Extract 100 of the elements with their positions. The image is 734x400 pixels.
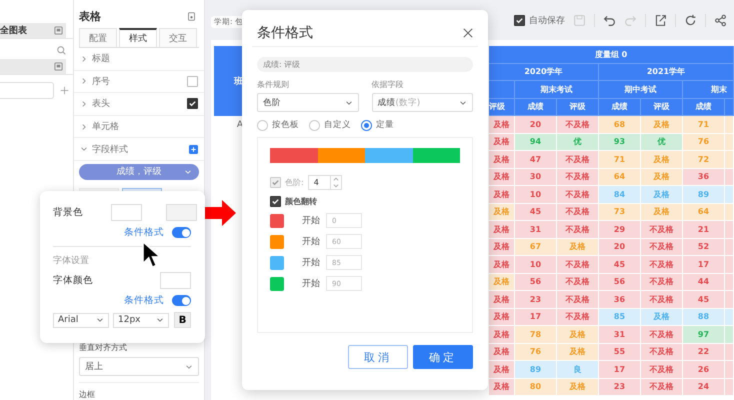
chevron-icon[interactable] — [344, 98, 352, 106]
table-cell: 55 — [599, 344, 641, 361]
table-cell: 不及格 — [557, 151, 599, 168]
table-cell: 31 — [515, 221, 557, 238]
radio-label[interactable]: 按色板 — [272, 119, 299, 131]
color-field[interactable] — [166, 204, 197, 221]
table-cell: 22 — [683, 344, 725, 361]
cancel-button[interactable]: 取消 — [348, 345, 408, 369]
table-cell: 及格 — [489, 344, 515, 361]
search-icon[interactable] — [57, 46, 66, 55]
radio-label[interactable]: 定量 — [376, 119, 394, 131]
chevron-icon[interactable] — [80, 145, 88, 154]
section-label[interactable]: 字段样式 — [92, 142, 128, 156]
header-cell — [725, 98, 734, 116]
field-label: 背景色 — [53, 206, 83, 219]
document-icon[interactable] — [187, 12, 196, 21]
panel-tab[interactable]: 交互 — [159, 28, 197, 47]
section-label[interactable]: 表头 — [92, 97, 110, 110]
field-select[interactable]: 成绩(数字) — [372, 93, 473, 112]
close-icon[interactable] — [463, 28, 473, 38]
table-cell: 不及格 — [641, 291, 683, 308]
table-cell: 不及格 — [641, 274, 683, 291]
section-label: 字体设置 — [53, 254, 90, 267]
valign-select[interactable]: 居上 — [79, 357, 199, 376]
radio-label[interactable]: 自定义 — [324, 119, 351, 131]
table-cell — [725, 291, 734, 308]
table-cell — [725, 238, 734, 256]
table-cell: 优 — [557, 134, 599, 151]
table-cell: 85 — [599, 308, 641, 326]
share-icon[interactable] — [714, 14, 727, 26]
chevron-icon[interactable] — [185, 362, 193, 370]
checkbox[interactable] — [187, 76, 198, 87]
chevron-icon[interactable] — [459, 98, 467, 106]
chevron-icon[interactable] — [184, 168, 192, 176]
size-select[interactable]: 12px — [113, 312, 169, 328]
checkbox[interactable] — [270, 196, 281, 207]
color-swatch[interactable] — [270, 234, 284, 248]
panel-tab[interactable]: 样式 — [119, 28, 157, 47]
color-swatch[interactable] — [270, 214, 284, 228]
section-label[interactable]: 序号 — [92, 74, 110, 88]
bold-button[interactable]: B — [174, 312, 191, 328]
table-cell: 17 — [683, 256, 725, 274]
copy-icon[interactable] — [54, 62, 63, 71]
chevron-icon[interactable] — [80, 77, 88, 86]
field-pill[interactable]: 成绩，评级 — [79, 164, 199, 180]
header-cell: 度量组 0 — [489, 46, 734, 64]
checkbox[interactable] — [514, 14, 525, 26]
toggle-label: 条件格式 — [124, 294, 164, 307]
table-cell — [725, 326, 734, 344]
refresh-icon[interactable] — [684, 14, 697, 26]
table-cell: 36 — [599, 291, 641, 308]
radio-button[interactable] — [309, 120, 320, 130]
table-cell: 10 — [515, 186, 557, 204]
color-swatch[interactable] — [270, 256, 284, 270]
table-cell — [725, 116, 734, 134]
section-label[interactable]: 单元格 — [92, 120, 119, 134]
chevron-icon[interactable] — [96, 316, 104, 324]
table-cell: 89 — [515, 361, 557, 378]
chevron-icon[interactable] — [80, 100, 88, 108]
table-cell: 23 — [599, 378, 641, 396]
add-icon[interactable] — [189, 144, 198, 154]
chevron-icon[interactable] — [80, 122, 88, 131]
chart-tab[interactable]: 全图表 — [0, 23, 66, 38]
checkbox[interactable] — [187, 98, 198, 110]
table-cell: 72 — [683, 151, 725, 168]
panel-tab[interactable]: 配置 — [79, 28, 117, 47]
confirm-button[interactable]: 确定 — [413, 345, 473, 369]
table-cell: 及格 — [489, 186, 515, 204]
table-cell: 64 — [599, 168, 641, 186]
table-cell: 及格 — [641, 186, 683, 204]
toggle-switch[interactable] — [172, 295, 191, 306]
color-field[interactable] — [160, 272, 191, 289]
rule-select[interactable]: 色阶 — [257, 93, 358, 112]
stepper-arrows-icon[interactable] — [330, 176, 341, 189]
toggle-switch[interactable] — [172, 227, 191, 238]
copy-icon[interactable] — [54, 26, 63, 35]
table-cell: 及格 — [489, 361, 515, 378]
header-cell — [489, 81, 515, 98]
field-label: 字体颜色 — [53, 274, 93, 287]
plus-icon[interactable] — [60, 86, 69, 95]
table-cell: 45 — [599, 256, 641, 274]
undo-icon[interactable] — [603, 14, 616, 26]
chevron-icon[interactable] — [80, 54, 88, 63]
list-item[interactable] — [0, 59, 66, 74]
section-label[interactable]: 标题 — [92, 52, 110, 66]
radio-button[interactable] — [257, 120, 268, 130]
field-label: 开始 — [302, 236, 320, 248]
table-cell: 89 — [683, 186, 725, 204]
color-field[interactable] — [111, 204, 142, 221]
header-cell: 评级 — [489, 98, 515, 116]
table-cell: 45 — [515, 204, 557, 221]
table-cell: 及格 — [489, 326, 515, 344]
radio-button[interactable] — [361, 120, 372, 130]
table-cell: 不及格 — [557, 308, 599, 326]
table-cell: 不及格 — [641, 326, 683, 344]
color-swatch[interactable] — [270, 276, 284, 290]
font-select[interactable]: Arial — [53, 312, 109, 328]
export-icon[interactable] — [654, 14, 667, 26]
chevron-icon[interactable] — [156, 316, 164, 324]
input-field[interactable] — [0, 82, 54, 99]
